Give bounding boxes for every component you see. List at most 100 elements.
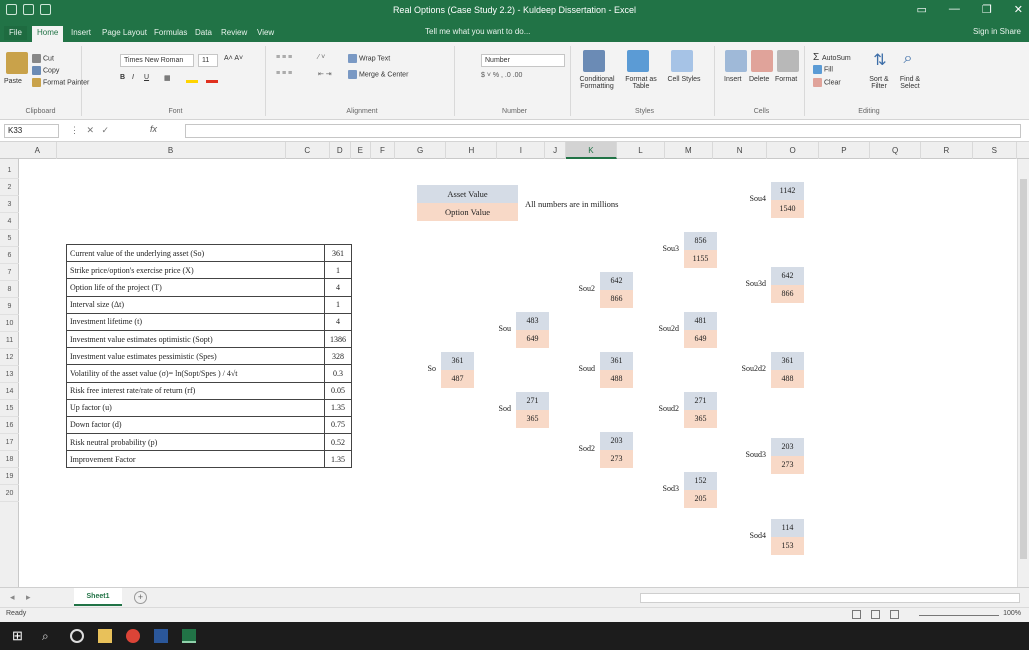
grow-font-icon[interactable]: A˄ A˅ <box>224 55 243 62</box>
format-cells-icon[interactable] <box>777 50 799 72</box>
align-top-icon[interactable]: ≡ ≡ ≡ <box>276 54 292 61</box>
tab-page-layout[interactable]: Page Layout <box>97 26 152 40</box>
parameter-value[interactable]: 1386 <box>324 329 352 349</box>
tab-formulas[interactable]: Formulas <box>149 26 192 40</box>
format-as-table-button[interactable]: Format as Table <box>621 76 661 90</box>
asset-value-cell[interactable]: 361 <box>771 352 804 370</box>
column-header[interactable]: C <box>286 142 330 159</box>
parameter-label[interactable]: Investment value estimates optimistic (S… <box>66 329 325 349</box>
maximize-button[interactable]: ❐ <box>982 3 992 16</box>
row-header[interactable]: 15 <box>0 401 19 417</box>
sign-in-share[interactable]: Sign in Share <box>973 27 1021 36</box>
column-header[interactable]: E <box>351 142 372 159</box>
borders-icon[interactable]: ▦ <box>164 74 171 82</box>
column-header[interactable]: O <box>768 142 819 159</box>
find-select-icon[interactable]: ⌕ <box>897 50 919 72</box>
normal-view-icon[interactable] <box>852 610 861 619</box>
row-header[interactable]: 20 <box>0 486 19 502</box>
currency-icon[interactable]: $ ˅ % , .0 .00 <box>481 72 522 79</box>
parameter-value[interactable]: 1 <box>324 261 352 280</box>
parameter-value[interactable]: 1.35 <box>324 398 352 417</box>
tab-file[interactable]: File <box>4 26 27 40</box>
clear-button[interactable]: Clear <box>813 78 841 87</box>
copy-button[interactable]: Copy <box>32 66 59 75</box>
tab-insert[interactable]: Insert <box>66 26 96 40</box>
parameter-label[interactable]: Volatility of the asset value (σ)= ln(So… <box>66 364 325 383</box>
row-header[interactable]: 11 <box>0 333 19 349</box>
tab-review[interactable]: Review <box>216 26 252 40</box>
column-header[interactable]: L <box>617 142 665 159</box>
insert-cells-icon[interactable] <box>725 50 747 72</box>
asset-value-cell[interactable]: 483 <box>516 312 549 330</box>
tab-home[interactable]: Home <box>32 26 64 42</box>
asset-value-cell[interactable]: 642 <box>600 272 633 290</box>
column-header[interactable]: Q <box>870 142 922 159</box>
align-left-icon[interactable]: ≡ ≡ ≡ <box>276 70 292 77</box>
file-explorer-icon[interactable] <box>98 629 112 643</box>
option-value-cell[interactable]: 153 <box>771 537 804 555</box>
close-button[interactable]: ✕ <box>1014 3 1023 16</box>
insert-button[interactable]: Insert <box>724 76 742 83</box>
number-format-select[interactable]: Number <box>481 54 565 67</box>
sort-filter-button[interactable]: Sort & Filter <box>865 76 893 90</box>
indent-icon[interactable]: ⇤ ⇥ <box>318 70 332 78</box>
column-header[interactable]: J <box>545 142 566 159</box>
row-header[interactable]: 6 <box>0 248 19 264</box>
parameter-label[interactable]: Risk neutral probability (p) <box>66 433 325 452</box>
minimize-button[interactable]: — <box>949 3 960 16</box>
name-box[interactable]: K33 <box>4 124 59 138</box>
asset-value-cell[interactable]: 481 <box>684 312 717 330</box>
delete-button[interactable]: Delete <box>749 76 769 83</box>
format-painter-button[interactable]: Format Painter <box>32 78 89 87</box>
parameter-value[interactable]: 1.35 <box>324 450 352 469</box>
cell-styles-icon[interactable] <box>671 50 693 72</box>
option-value-cell[interactable]: 488 <box>600 370 633 388</box>
asset-value-cell[interactable]: 203 <box>600 432 633 450</box>
option-value-cell[interactable]: 273 <box>600 450 633 468</box>
parameter-value[interactable]: 4 <box>324 312 352 331</box>
paste-button[interactable]: Paste <box>4 78 22 85</box>
option-value-cell[interactable]: 205 <box>684 490 717 508</box>
orientation-icon[interactable]: ⁄ ˅ <box>318 54 325 61</box>
row-header[interactable]: 14 <box>0 384 19 400</box>
column-header[interactable]: S <box>973 142 1017 159</box>
column-header[interactable]: G <box>395 142 447 159</box>
underline-icon[interactable]: U <box>144 74 149 81</box>
font-color-icon[interactable] <box>206 72 218 83</box>
zoom-slider[interactable] <box>919 615 999 616</box>
asset-value-cell[interactable]: 114 <box>771 519 804 537</box>
parameter-value[interactable]: 328 <box>324 347 352 366</box>
parameter-value[interactable]: 1 <box>324 295 352 314</box>
column-header[interactable]: A <box>19 142 57 159</box>
chrome-icon[interactable] <box>126 629 140 643</box>
row-header[interactable]: 1 <box>0 163 19 179</box>
asset-value-cell[interactable]: 271 <box>684 392 717 410</box>
asset-value-cell[interactable]: 642 <box>771 267 804 285</box>
option-value-cell[interactable]: 1155 <box>684 250 717 268</box>
parameter-label[interactable]: Investment value estimates pessimistic (… <box>66 347 325 366</box>
fill-color-icon[interactable] <box>186 72 198 83</box>
column-header[interactable]: D <box>330 142 351 159</box>
row-header[interactable]: 19 <box>0 469 19 485</box>
asset-value-cell[interactable]: 152 <box>684 472 717 490</box>
asset-value-cell[interactable]: 1142 <box>771 182 804 200</box>
tell-me-search[interactable]: Tell me what you want to do... <box>425 27 530 36</box>
page-layout-view-icon[interactable] <box>871 610 880 619</box>
add-sheet-button[interactable]: + <box>134 591 147 604</box>
option-value-cell[interactable]: 487 <box>441 370 474 388</box>
prev-sheet-icon[interactable]: ◂ <box>10 592 15 603</box>
row-header[interactable]: 5 <box>0 231 19 247</box>
zoom-level[interactable]: 100% <box>1003 610 1021 617</box>
parameter-label[interactable]: Current value of the underlying asset (S… <box>66 243 325 263</box>
format-table-icon[interactable] <box>627 50 649 72</box>
vertical-scrollbar[interactable] <box>1017 159 1029 587</box>
column-header[interactable]: N <box>713 142 768 159</box>
parameter-label[interactable]: Strike price/option's exercise price (X) <box>66 261 325 280</box>
option-value-cell[interactable]: 1540 <box>771 200 804 218</box>
asset-value-cell[interactable]: 361 <box>441 352 474 370</box>
format-button[interactable]: Format <box>775 76 797 83</box>
row-header[interactable]: 17 <box>0 435 19 451</box>
excel-icon[interactable] <box>182 629 196 643</box>
page-break-view-icon[interactable] <box>890 610 899 619</box>
column-header[interactable]: I <box>497 142 546 159</box>
